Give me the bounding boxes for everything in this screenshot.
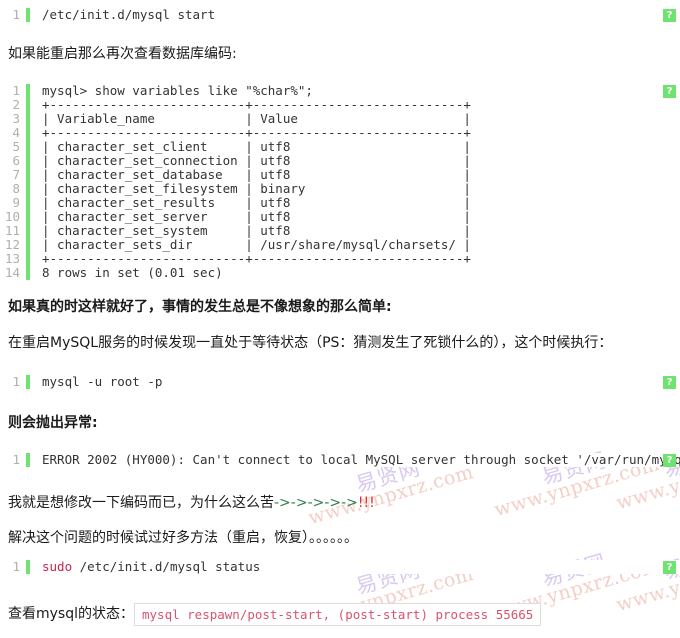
line-number: 12 — [4, 237, 20, 252]
code-block-start-mysql[interactable]: 1 /etc/init.d/mysql start ? — [0, 8, 680, 22]
line-number: 10 — [4, 209, 20, 224]
code-keyword-sudo: sudo — [42, 560, 73, 574]
broken-image-icon[interactable]: ? — [663, 376, 676, 389]
code-line: 10 | character_set_server | utf8 | — [0, 210, 680, 224]
line-number: 4 — [12, 125, 20, 140]
code-line-text: mysql -u root -p — [42, 375, 163, 389]
broken-image-icon[interactable]: ? — [663, 561, 676, 574]
line-number: 1 — [12, 452, 20, 467]
line-number: 8 — [12, 181, 20, 196]
code-line-text: 8 rows in set (0.01 sec) — [42, 266, 223, 280]
arrow-sequence: ->->->->-> — [274, 495, 358, 511]
code-line: 9 | character_set_results | utf8 | — [0, 196, 680, 210]
paragraph-text-prefix: 我就是想修改一下编码而已，为什么这么苦 — [8, 495, 274, 511]
paragraph-tried-many-methods: 解决这个问题的时候试过好多方法（重启，恢复）。。。。。。 — [8, 530, 358, 546]
code-line-text: sudo /etc/init.d/mysql status — [30, 560, 260, 574]
broken-image-icon[interactable]: ? — [663, 454, 676, 467]
paragraph-restart-waiting: 在重启MySQL服务的时候发现一直处于等待状态（PS：猜测发生了死锁什么的），这… — [8, 335, 613, 351]
code-line: 12 | character_sets_dir | /usr/share/mysq… — [0, 238, 680, 252]
code-line: 1 mysql> show variables like "%char%"; — [0, 84, 680, 98]
line-number: 14 — [4, 265, 20, 280]
code-line: 1 sudo /etc/init.d/mysql status — [0, 560, 680, 574]
line-number: 5 — [12, 139, 20, 154]
line-number: 2 — [12, 97, 20, 112]
paragraph-throws-exception: 则会抛出异常: — [8, 415, 98, 431]
paragraph-if-only-it-were-that-easy: 如果真的时这样就好了，事情的发生总是不像想象的那么简单: — [8, 299, 392, 315]
code-line: 1 ERROR 2002 (HY000): Can't connect to l… — [0, 453, 680, 467]
broken-image-icon[interactable]: ? — [663, 9, 676, 22]
line-number: 1 — [12, 83, 20, 98]
code-block-mysql-status[interactable]: 1 sudo /etc/init.d/mysql status ? — [0, 560, 680, 574]
line-number: 1 — [12, 559, 20, 574]
watermark-url: www.ynpxrz.com — [614, 547, 680, 617]
code-line: 5 | character_set_client | utf8 | — [0, 140, 680, 154]
line-number: 7 — [12, 167, 20, 182]
code-line-text: | character_set_server | utf8 | — [42, 210, 471, 224]
code-line: 14 8 rows in set (0.01 sec) — [0, 266, 680, 280]
code-line: 2 +--------------------------+-----------… — [0, 98, 680, 112]
code-line-text: | character_set_database | utf8 | — [42, 168, 471, 182]
watermark-cn: 易贤网 — [539, 447, 610, 489]
code-line-text: | character_set_system | utf8 | — [42, 224, 471, 238]
code-line: 8 | character_set_filesystem | binary | — [0, 182, 680, 196]
line-number: 6 — [12, 153, 20, 168]
code-block-mysql-login[interactable]: 1 mysql -u root -p ? — [0, 375, 680, 389]
code-line: 1 mysql -u root -p — [0, 375, 680, 389]
code-line: 7 | character_set_database | utf8 | — [0, 168, 680, 182]
code-line: 1 /etc/init.d/mysql start — [0, 8, 680, 22]
status-label: 查看mysql的状态： — [8, 606, 134, 622]
code-line-text: /etc/init.d/mysql start — [42, 8, 216, 22]
code-line-text: | character_set_connection | utf8 | — [42, 154, 471, 168]
line-number: 9 — [12, 195, 20, 210]
code-line-text: +--------------------------+------------… — [42, 98, 471, 112]
exclamation-marks: !!! — [357, 495, 375, 511]
line-number: 3 — [12, 111, 20, 126]
code-line: 6 | character_set_connection | utf8 | — [0, 154, 680, 168]
paragraph-restart-check-encoding: 如果能重启那么再次查看数据库编码: — [8, 46, 237, 62]
paragraph-check-mysql-status: 查看mysql的状态： mysql respawn/post-start, (p… — [8, 603, 542, 626]
code-line-text: +--------------------------+------------… — [42, 126, 471, 140]
code-line: 11 | character_set_system | utf8 | — [0, 224, 680, 238]
broken-image-icon[interactable]: ? — [663, 85, 676, 98]
line-number: 11 — [4, 223, 20, 238]
line-number: 1 — [12, 374, 20, 389]
line-number: 1 — [12, 7, 20, 22]
code-line-text: +--------------------------+------------… — [42, 252, 471, 266]
code-line: 3 | Variable_name | Value | — [0, 112, 680, 126]
code-line-text: | character_set_filesystem | binary | — [42, 182, 471, 196]
code-line-text: | character_sets_dir | /usr/share/mysql/… — [42, 238, 471, 252]
code-line-text: | Variable_name | Value | — [42, 112, 471, 126]
code-line-text: | character_set_results | utf8 | — [42, 196, 471, 210]
code-line-text: mysql> show variables like "%char%"; — [42, 84, 313, 98]
code-line-text: ERROR 2002 (HY000): Can't connect to loc… — [42, 453, 680, 467]
code-block-show-variables[interactable]: 1 mysql> show variables like "%char%"; 2 +… — [0, 84, 680, 280]
code-line: 4 +--------------------------+-----------… — [0, 126, 680, 140]
code-line-rest: /etc/init.d/mysql status — [72, 560, 261, 574]
code-block-error-2002[interactable]: 1 ERROR 2002 (HY000): Can't connect to l… — [0, 453, 680, 467]
code-line: 13 +--------------------------+----------… — [0, 252, 680, 266]
paragraph-just-wanted-encoding: 我就是想修改一下编码而已，为什么这么苦->->->->->!!! — [8, 493, 375, 514]
inline-code-status: mysql respawn/post-start, (post-start) p… — [134, 603, 542, 626]
code-line-text: | character_set_client | utf8 | — [42, 140, 471, 154]
line-number: 13 — [4, 251, 20, 266]
